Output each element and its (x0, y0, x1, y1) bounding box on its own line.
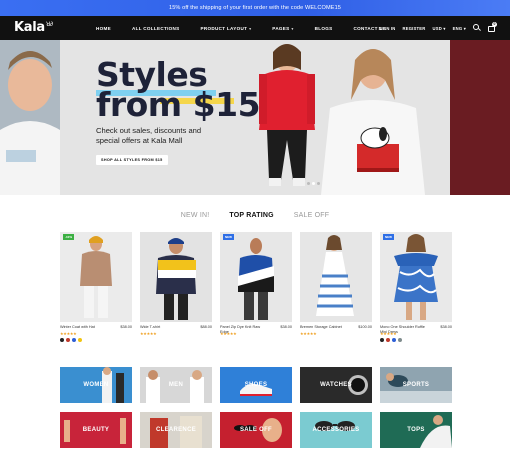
product-image[interactable] (300, 232, 372, 322)
hero-slider: Styles from $15 Check out sales, discoun… (0, 40, 510, 195)
product-card[interactable]: Bremen Storage Cabinet $100.00 ★★★★★ (300, 232, 372, 336)
nav-item-product-layout[interactable]: PRODUCT LAYOUT ▾ (201, 26, 252, 31)
category-tops[interactable]: TOPS (380, 412, 452, 448)
category-label: TOPS (407, 427, 425, 433)
product-image[interactable]: NEW (220, 232, 292, 322)
tab-sale-off[interactable]: SALE OFF (294, 212, 329, 219)
product-price: $100.00 (358, 325, 372, 329)
product-name[interactable]: Winter Coat with Hat (60, 325, 108, 330)
category-clearence[interactable]: CLEARENCE (140, 412, 212, 448)
rating-stars: ★★★★★ (220, 331, 237, 336)
tab-new-in[interactable]: NEW IN! (181, 212, 210, 219)
tab-top-rating[interactable]: TOP RATING (229, 212, 273, 219)
hero-title: Styles from $15 (96, 58, 261, 124)
rating-stars: ★★★★★ (300, 331, 317, 336)
category-label: CLEARENCE (155, 427, 197, 433)
nav-item-all-collections[interactable]: ALL COLLECTIONS (132, 26, 180, 31)
product-card[interactable]: -10% Winter Coat with Hat $38.00 ★★★★★ (60, 232, 132, 342)
rating-stars: ★★★★★ (140, 331, 157, 336)
nav-item-blogs[interactable]: BLOGS (315, 26, 333, 31)
page: 15% off the shipping of your first order… (0, 0, 510, 450)
category-label: SALE OFF (239, 427, 273, 433)
brand-logo[interactable]: Kala (14, 20, 45, 35)
product-tag: -10% (63, 234, 75, 240)
product-price: $38.00 (280, 325, 292, 329)
nav-item-pages[interactable]: PAGES ▾ (272, 26, 293, 31)
category-beauty[interactable]: BEAUTY (60, 412, 132, 448)
chevron-down-icon: ▾ (291, 26, 294, 31)
hero-models-image (259, 44, 425, 195)
category-label: SPORTS (402, 382, 430, 388)
category-label: ACCESSORIES (312, 427, 360, 433)
product-card[interactable]: Wide T-shirt $88.00 ★★★★★ (140, 232, 212, 336)
announcement-bar: 15% off the shipping of your first order… (0, 0, 510, 16)
category-label: SHOES (244, 382, 268, 388)
rating-stars: ★★★★★ (60, 331, 77, 336)
product-grid: -10% Winter Coat with Hat $38.00 ★★★★★ W… (60, 232, 452, 352)
search-icon[interactable] (473, 24, 481, 32)
slider-dot-active[interactable] (312, 182, 315, 185)
product-price: $88.00 (200, 325, 212, 329)
language-select[interactable]: ENG ▾ (453, 26, 466, 31)
site-header: Kala ꓤ∂ HOME ALL COLLECTIONS PRODUCT LAY… (0, 16, 510, 40)
product-image[interactable] (140, 232, 212, 322)
hero-title-line2: from $15 (96, 85, 261, 124)
category-label: WOMEN (83, 382, 109, 388)
color-swatch[interactable] (78, 338, 82, 342)
product-name[interactable]: Wide T-shirt (140, 325, 188, 330)
nav-item-home[interactable]: HOME (96, 26, 111, 31)
category-label: MEN (168, 382, 184, 388)
color-swatch[interactable] (66, 338, 70, 342)
color-swatch[interactable] (386, 338, 390, 342)
hero-main-slide: Styles from $15 Check out sales, discoun… (60, 40, 450, 195)
shop-all-button[interactable]: SHOP ALL STYLES FROM $15 (96, 155, 168, 165)
category-label: BEAUTY (82, 427, 110, 433)
color-swatch[interactable] (392, 338, 396, 342)
cart-icon[interactable]: 0 (488, 22, 497, 32)
color-swatch[interactable] (72, 338, 76, 342)
hero-prev-slide[interactable] (0, 40, 60, 195)
hero-next-slide[interactable] (450, 40, 510, 195)
hero-prev-photo (0, 40, 60, 195)
slider-dot[interactable] (307, 182, 310, 185)
category-shoes[interactable]: SHOES (220, 367, 292, 403)
slider-dots (306, 182, 321, 185)
chevron-down-icon: ▾ (249, 26, 252, 31)
product-name[interactable]: Bremen Storage Cabinet (300, 325, 348, 330)
color-swatch[interactable] (380, 338, 384, 342)
product-image[interactable]: NEW (380, 232, 452, 322)
category-sports[interactable]: SPORTS (380, 367, 452, 403)
header-actions: SIGN IN REGISTER USD ▾ ENG ▾ 0 (372, 16, 497, 40)
product-price: $38.00 (120, 325, 132, 329)
cart-count-badge: 0 (492, 22, 497, 27)
color-swatch[interactable] (398, 338, 402, 342)
register-link[interactable]: REGISTER (403, 26, 426, 31)
product-card[interactable]: NEW Mono One Shoulder Ruffle Mini Dress … (380, 232, 452, 342)
signin-link[interactable]: SIGN IN (379, 26, 396, 31)
currency-select[interactable]: USD ▾ (433, 26, 446, 31)
brand-logo-mark: ꓤ∂ (46, 22, 54, 28)
product-tag: NEW (223, 234, 234, 240)
main-nav: HOME ALL COLLECTIONS PRODUCT LAYOUT ▾ PAG… (96, 16, 407, 40)
product-price: $38.00 (440, 325, 452, 329)
color-swatches (60, 338, 84, 342)
category-grid: WOMEN MEN SHOES WATCHES SPORTS BEAUTY CL… (60, 367, 452, 450)
color-swatches (380, 338, 404, 342)
hero-subtitle: Check out sales, discounts and special o… (96, 126, 202, 145)
category-women[interactable]: WOMEN (60, 367, 132, 403)
product-tabs: NEW IN! TOP RATING SALE OFF (0, 212, 510, 219)
category-label: WATCHES (320, 382, 352, 388)
slider-dot[interactable] (317, 182, 320, 185)
category-accessories[interactable]: ACCESSORIES (300, 412, 372, 448)
category-watches[interactable]: WATCHES (300, 367, 372, 403)
product-image[interactable]: -10% (60, 232, 132, 322)
color-swatch[interactable] (60, 338, 64, 342)
category-men[interactable]: MEN (140, 367, 212, 403)
product-card[interactable]: NEW Panel Zip Dye Knit Raw Edge $38.00 ★… (220, 232, 292, 336)
category-sale-off[interactable]: SALE OFF (220, 412, 292, 448)
product-tag: NEW (383, 234, 394, 240)
rating-stars: ★★★★★ (380, 331, 397, 336)
